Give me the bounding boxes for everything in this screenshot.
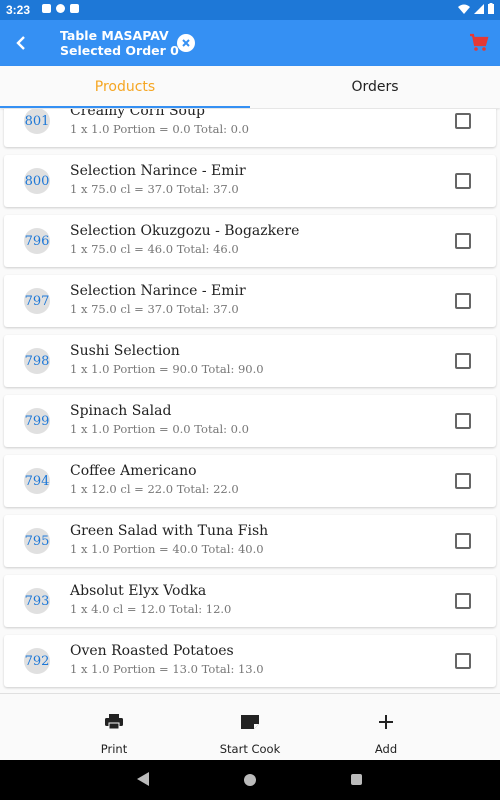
app-bar: Table MASAPAV Selected Order 0 — [0, 20, 500, 66]
list-item[interactable]: 796 Selection Okuzgozu - Bogazkere 1 x 7… — [4, 215, 496, 267]
item-checkbox[interactable] — [455, 653, 471, 669]
item-checkbox[interactable] — [455, 473, 471, 489]
list-item[interactable]: 797 Selection Narince - Emir 1 x 75.0 cl… — [4, 275, 496, 327]
item-name: Coffee Americano — [70, 463, 197, 479]
list-item[interactable]: 800 Selection Narince - Emir 1 x 75.0 cl… — [4, 155, 496, 207]
back-button[interactable] — [8, 30, 34, 56]
item-id-badge: 794 — [24, 468, 50, 494]
item-checkbox[interactable] — [455, 173, 471, 189]
close-circle-icon — [182, 39, 190, 47]
item-checkbox[interactable] — [455, 593, 471, 609]
system-nav-bar — [0, 760, 500, 800]
sd-card-icon — [70, 4, 79, 13]
item-name: Oven Roasted Potatoes — [70, 643, 234, 659]
item-detail: 1 x 1.0 Portion = 90.0 Total: 90.0 — [70, 362, 264, 376]
item-checkbox[interactable] — [455, 413, 471, 429]
clear-selection-button[interactable] — [177, 34, 195, 52]
item-detail: 1 x 75.0 cl = 37.0 Total: 37.0 — [70, 182, 239, 196]
start-cook-label: Start Cook — [219, 742, 281, 756]
print-label: Print — [100, 742, 128, 756]
list-item[interactable]: 795 Green Salad with Tuna Fish 1 x 1.0 P… — [4, 515, 496, 567]
cart-button[interactable] — [468, 32, 490, 54]
status-icons-left — [42, 4, 79, 13]
item-detail: 1 x 1.0 Portion = 0.0 Total: 0.0 — [70, 122, 249, 136]
list-item[interactable]: 801 Creamy Corn Soup 1 x 1.0 Portion = 0… — [4, 109, 496, 147]
item-id-badge: 792 — [24, 648, 50, 674]
item-name: Selection Narince - Emir — [70, 163, 246, 179]
arrow-back-icon — [16, 36, 25, 50]
order-item-list-inner: 801 Creamy Corn Soup 1 x 1.0 Portion = 0… — [0, 109, 500, 691]
item-id-badge: 798 — [24, 348, 50, 374]
status-icons-right — [458, 3, 494, 14]
add-label: Add — [374, 742, 398, 756]
item-id-badge: 793 — [24, 588, 50, 614]
s-icon — [56, 4, 65, 13]
plus-icon — [376, 712, 396, 732]
item-id-badge: 795 — [24, 528, 50, 554]
item-checkbox[interactable] — [455, 353, 471, 369]
table-title: Table MASAPAV — [60, 28, 169, 43]
nav-home-icon[interactable] — [244, 774, 256, 786]
item-checkbox[interactable] — [455, 113, 471, 129]
print-button[interactable]: Print — [94, 694, 134, 761]
start-cook-button[interactable]: Start Cook — [210, 694, 290, 761]
item-name: Creamy Corn Soup — [70, 109, 205, 119]
item-name: Selection Okuzgozu - Bogazkere — [70, 223, 300, 239]
item-name: Sushi Selection — [70, 343, 180, 359]
status-bar: 3:23 — [0, 0, 500, 20]
item-detail: 1 x 1.0 Portion = 0.0 Total: 0.0 — [70, 422, 249, 436]
item-id-badge: 797 — [24, 288, 50, 314]
title-block: Table MASAPAV Selected Order 0 — [60, 28, 179, 58]
item-id-badge: 799 — [24, 408, 50, 434]
a-icon — [42, 4, 51, 13]
item-checkbox[interactable] — [455, 233, 471, 249]
nav-recents-icon[interactable] — [351, 774, 362, 785]
cell-signal-icon — [474, 3, 484, 14]
item-name: Selection Narince - Emir — [70, 283, 246, 299]
item-name: Spinach Salad — [70, 403, 172, 419]
bottom-action-bar: Print Start Cook Add — [0, 693, 500, 761]
list-item[interactable]: 799 Spinach Salad 1 x 1.0 Portion = 0.0 … — [4, 395, 496, 447]
item-id-badge: 800 — [24, 168, 50, 194]
item-id-badge: 801 — [24, 109, 50, 134]
item-checkbox[interactable] — [455, 293, 471, 309]
printer-icon — [104, 712, 124, 732]
status-time: 3:23 — [6, 3, 31, 17]
item-id-badge: 796 — [24, 228, 50, 254]
cart-icon — [470, 33, 489, 51]
add-button[interactable]: Add — [366, 694, 406, 761]
order-item-list[interactable]: 801 Creamy Corn Soup 1 x 1.0 Portion = 0… — [0, 109, 500, 691]
nav-back-icon[interactable] — [137, 772, 149, 786]
item-checkbox[interactable] — [455, 533, 471, 549]
item-detail: 1 x 12.0 cl = 22.0 Total: 22.0 — [70, 482, 239, 496]
item-detail: 1 x 75.0 cl = 37.0 Total: 37.0 — [70, 302, 239, 316]
list-item[interactable]: 798 Sushi Selection 1 x 1.0 Portion = 90… — [4, 335, 496, 387]
item-name: Green Salad with Tuna Fish — [70, 523, 269, 539]
item-detail: 1 x 4.0 cl = 12.0 Total: 12.0 — [70, 602, 232, 616]
item-detail: 1 x 75.0 cl = 46.0 Total: 46.0 — [70, 242, 239, 256]
list-item[interactable]: 793 Absolut Elyx Vodka 1 x 4.0 cl = 12.0… — [4, 575, 496, 627]
item-name: Absolut Elyx Vodka — [70, 583, 207, 599]
tab-orders[interactable]: Orders — [250, 66, 500, 108]
item-detail: 1 x 1.0 Portion = 40.0 Total: 40.0 — [70, 542, 264, 556]
item-detail: 1 x 1.0 Portion = 13.0 Total: 13.0 — [70, 662, 264, 676]
list-item[interactable]: 792 Oven Roasted Potatoes 1 x 1.0 Portio… — [4, 635, 496, 687]
wifi-icon — [458, 4, 470, 14]
battery-icon — [488, 3, 494, 14]
selected-order-label: Selected Order 0 — [60, 43, 179, 58]
tab-products[interactable]: Products — [0, 66, 250, 108]
list-item[interactable]: 794 Coffee Americano 1 x 12.0 cl = 22.0 … — [4, 455, 496, 507]
tab-bar: Products Orders — [0, 66, 500, 108]
note-icon — [240, 712, 260, 732]
